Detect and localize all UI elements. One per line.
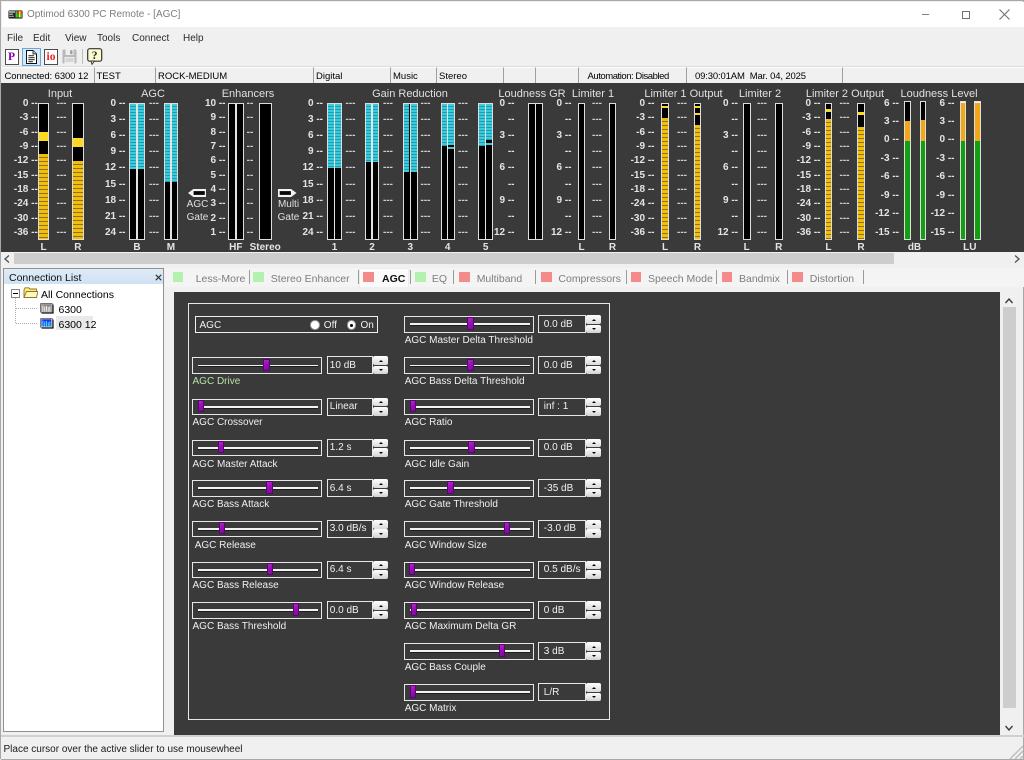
svg-text:?: ? — [92, 50, 98, 62]
